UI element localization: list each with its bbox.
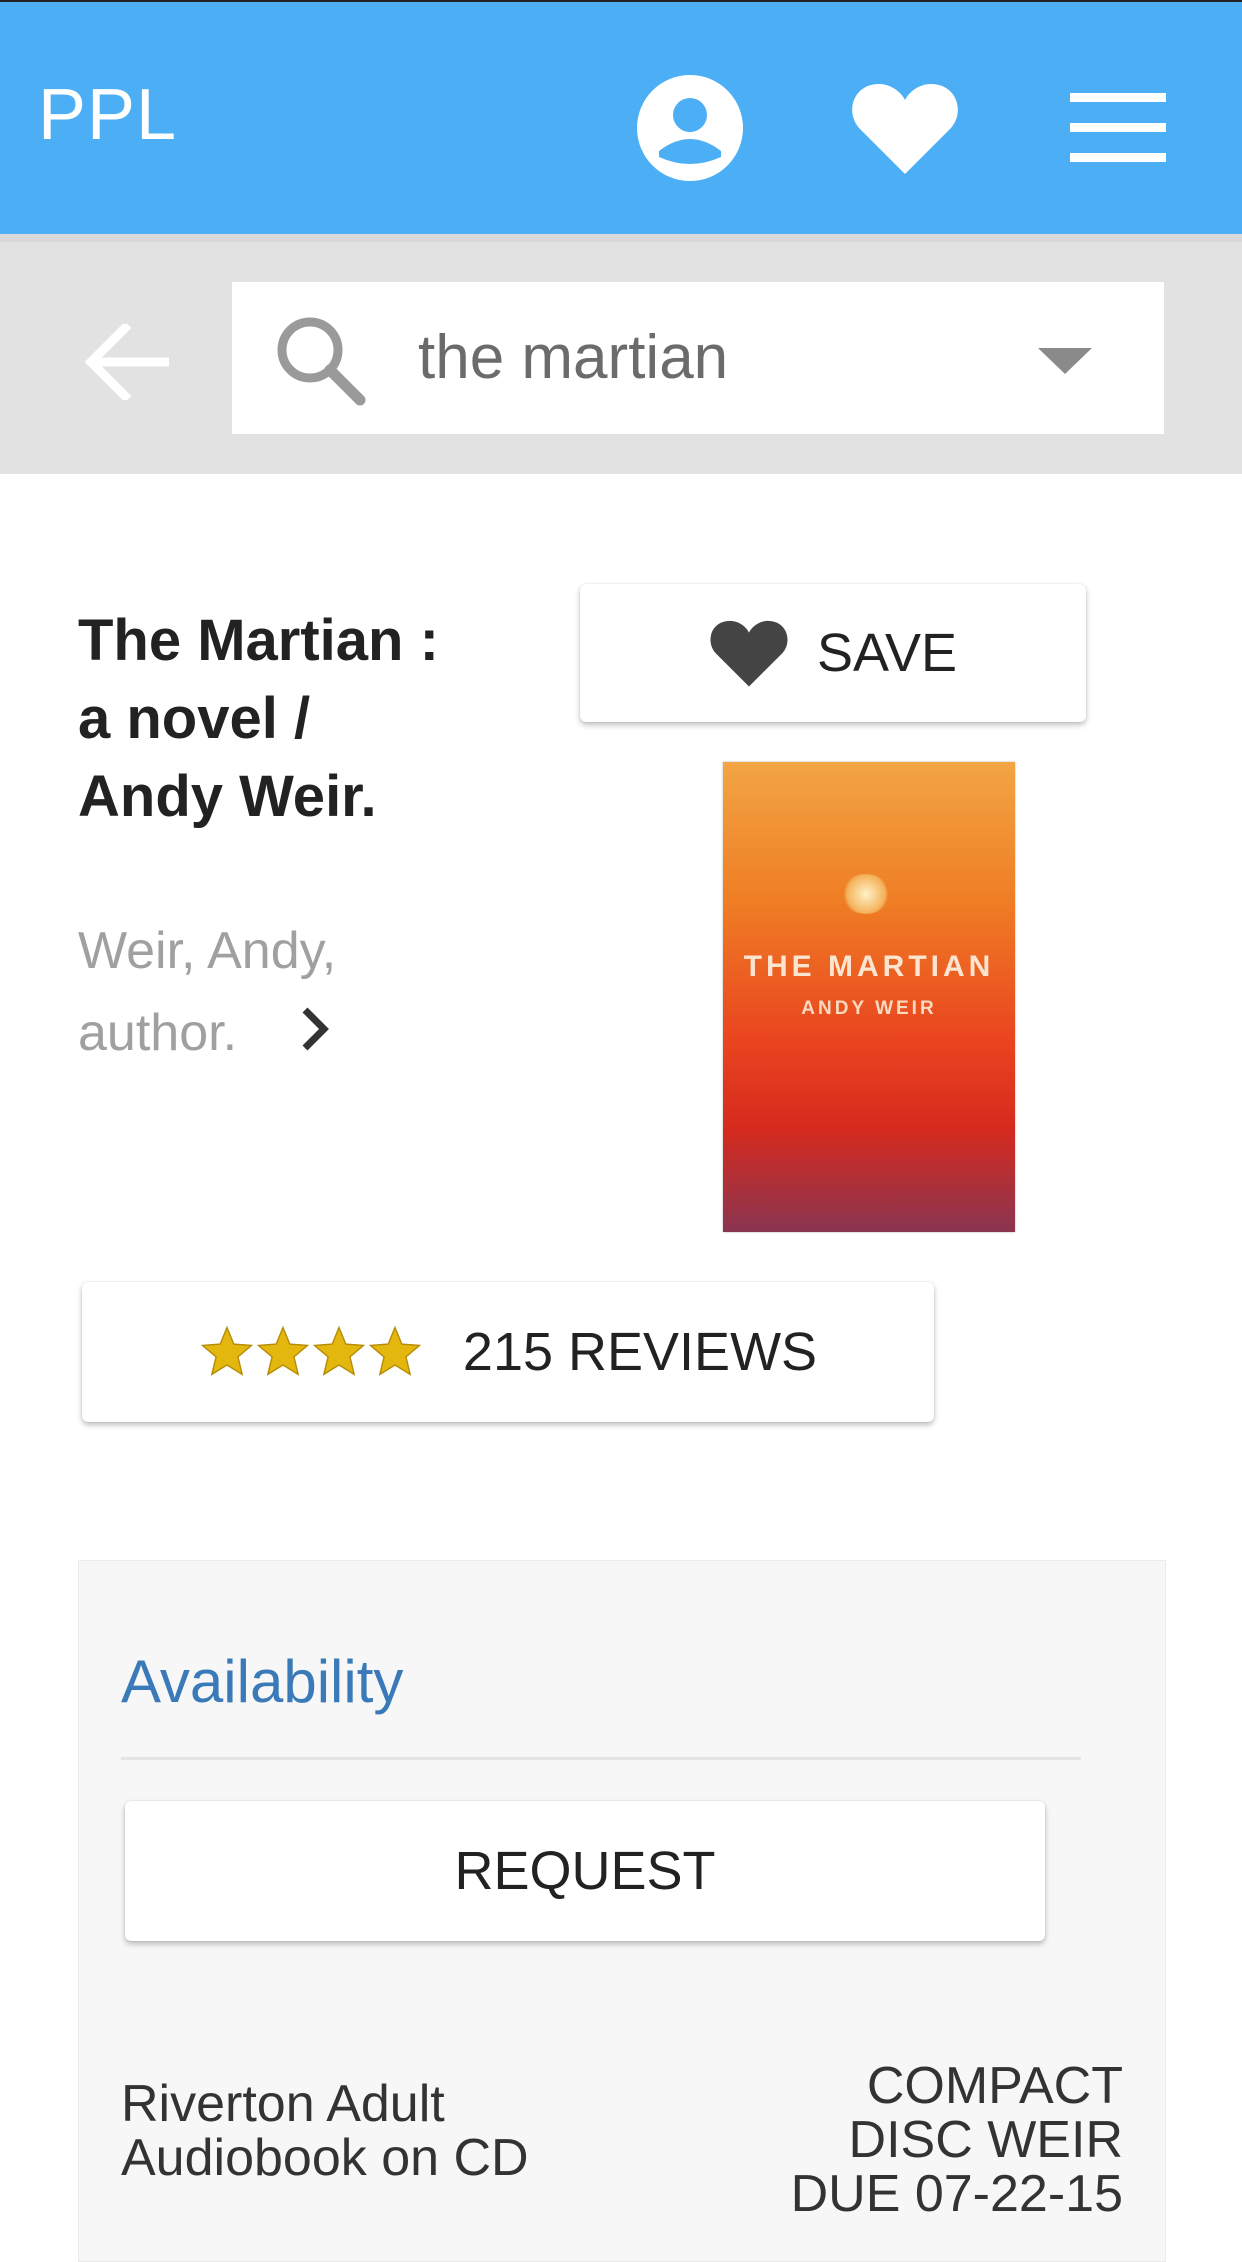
item-title: The Martian : a novel / Andy Weir. <box>78 602 498 836</box>
account-button[interactable] <box>630 68 750 188</box>
search-query[interactable]: the martian <box>418 322 728 393</box>
branch-location: Riverton Adult Audiobook on CD <box>121 2077 529 2185</box>
author-line: Weir, Andy, <box>78 922 337 980</box>
menu-icon <box>1070 93 1166 162</box>
save-button[interactable]: SAVE <box>580 584 1086 722</box>
reviews-button[interactable]: 215 REVIEWS <box>82 1282 934 1422</box>
cover-author: ANDY WEIR <box>801 998 937 1019</box>
divider <box>121 1757 1081 1760</box>
star-icon <box>256 1325 310 1376</box>
app-logo[interactable]: PPL <box>38 74 177 156</box>
star-icon <box>312 1325 366 1376</box>
call-line: DISC WEIR <box>848 2111 1123 2169</box>
location-line: Riverton Adult <box>121 2075 445 2133</box>
arrow-left-icon <box>85 324 169 400</box>
account-icon <box>637 75 743 181</box>
call-line: COMPACT <box>866 2057 1123 2115</box>
star-icon <box>368 1325 422 1376</box>
search-bar: the martian <box>0 234 1242 474</box>
call-number: COMPACT DISC WEIR DUE 07-22-15 <box>791 2059 1123 2221</box>
request-button[interactable]: REQUEST <box>125 1801 1045 1941</box>
title-line: The Martian : <box>78 608 439 673</box>
author-link[interactable]: Weir, Andy, author. <box>78 910 458 1074</box>
cover-title: THE MARTIAN <box>743 950 995 983</box>
search-input[interactable]: the martian <box>232 282 1164 434</box>
star-icon <box>200 1325 254 1376</box>
search-icon <box>277 317 366 406</box>
chevron-right-icon[interactable] <box>300 1005 330 1053</box>
heart-icon <box>852 84 958 174</box>
back-button[interactable] <box>78 312 178 412</box>
location-line: Audiobook on CD <box>121 2129 529 2187</box>
reviews-label: 215 REVIEWS <box>462 1322 818 1382</box>
due-date: DUE 07-22-15 <box>790 2165 1123 2223</box>
app-header: PPL <box>0 0 1242 234</box>
favorites-button[interactable] <box>845 68 965 188</box>
cover-art <box>841 874 891 914</box>
save-label: SAVE <box>816 623 958 683</box>
heart-icon <box>710 620 788 687</box>
menu-button[interactable] <box>1058 68 1178 188</box>
title-line: a novel / <box>78 686 311 751</box>
availability-panel: Availability REQUEST Riverton Adult Audi… <box>78 1560 1166 2262</box>
title-line: Andy Weir. <box>78 764 377 829</box>
availability-heading: Availability <box>121 1648 404 1715</box>
book-cover[interactable]: THE MARTIAN ANDY WEIR <box>723 762 1015 1232</box>
author-line: author. <box>78 1004 238 1062</box>
star-rating <box>199 1324 423 1380</box>
chevron-down-icon[interactable] <box>1038 348 1092 374</box>
